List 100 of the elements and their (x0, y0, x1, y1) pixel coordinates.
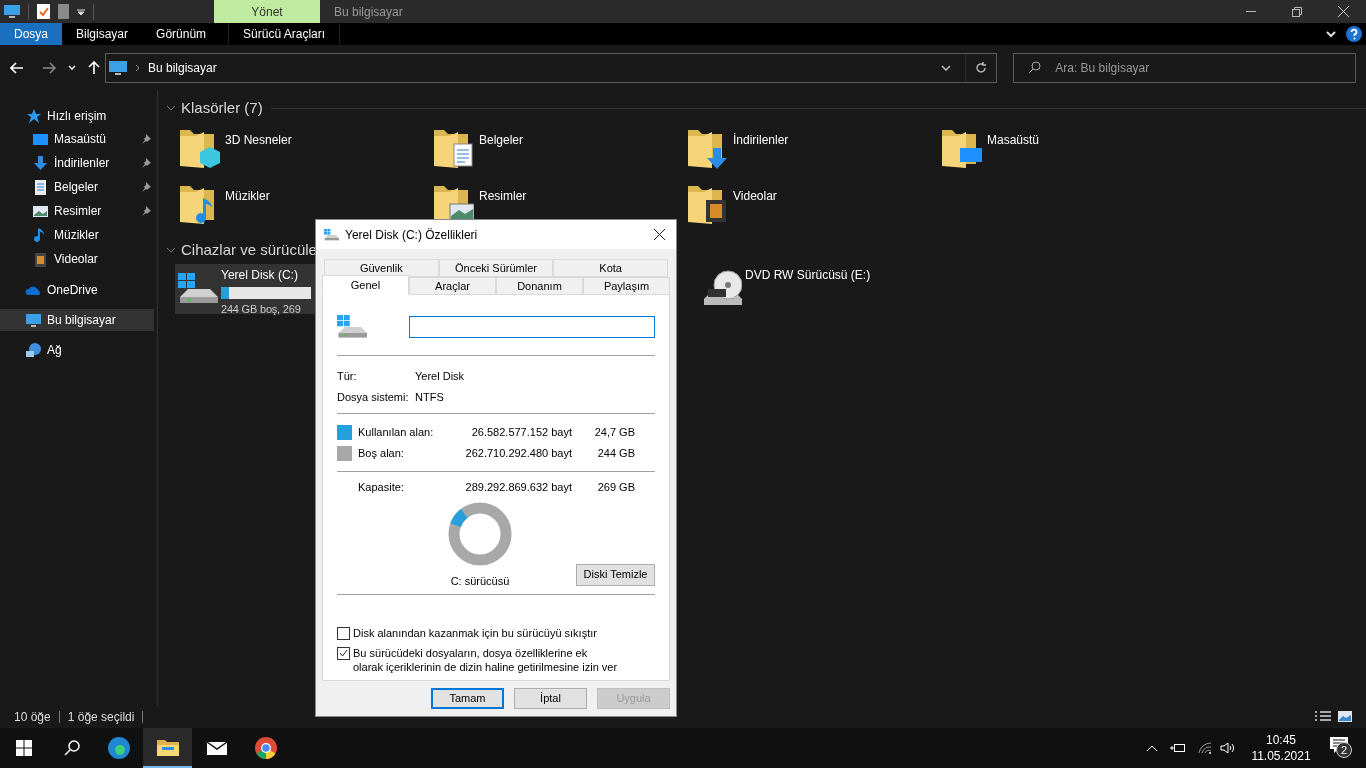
expand-ribbon-icon[interactable] (1326, 30, 1336, 38)
group-heading[interactable]: Cihazlar ve sürücüle (181, 238, 317, 262)
search-icon[interactable] (64, 740, 80, 756)
dropdown-icon[interactable] (941, 64, 952, 71)
pin-icon[interactable] (141, 206, 151, 216)
refresh-icon[interactable] (975, 61, 988, 74)
computer-icon[interactable] (4, 4, 20, 19)
document-icon (32, 178, 49, 196)
group-heading[interactable]: Klasörler (7) (181, 96, 263, 120)
search-icon (1028, 61, 1042, 74)
battery-icon[interactable] (1170, 743, 1186, 753)
close-button[interactable] (652, 227, 666, 242)
sidebar-item[interactable]: Ağ (0, 339, 154, 361)
recent-caret-icon[interactable] (67, 64, 76, 71)
thumbnail-view-icon[interactable] (1338, 711, 1352, 722)
pin-icon[interactable] (141, 158, 151, 168)
taskbar-app[interactable] (143, 728, 192, 768)
browser-ring-icon (253, 736, 278, 760)
byte-count: 262.710.292.480 bayt (464, 446, 572, 462)
notification-badge: 2 (1336, 742, 1352, 758)
star-icon (25, 107, 42, 125)
selection-count: 1 öğe seçildi (67, 708, 135, 726)
dropdown-icon[interactable] (77, 7, 85, 16)
item-count: 10 öğe (14, 708, 51, 726)
caret-up-icon[interactable] (1146, 744, 1158, 752)
drive-name-field[interactable] (409, 316, 655, 338)
folder-item[interactable]: İndirilenler (686, 126, 940, 182)
folder-item[interactable]: 3D Nesneler (178, 126, 432, 182)
drive-item[interactable]: Yerel Disk (C:) 244 GB boş, 269 (175, 264, 317, 314)
dialog-tab[interactable]: Donanım (496, 277, 583, 295)
folder-item[interactable]: Videolar (686, 182, 940, 238)
computer-icon (108, 60, 127, 75)
dialog-tab[interactable]: Önceki Sürümler (438, 259, 554, 277)
windows-logo-icon[interactable] (16, 740, 32, 756)
ribbon-tab[interactable]: Dosya (0, 23, 62, 45)
address-path: Bu bilgisayar (147, 59, 217, 77)
byte-count: 289.292.869.632 bayt (464, 479, 572, 495)
sidebar-item[interactable]: Belgeler (0, 175, 157, 199)
dialog-button[interactable]: Tamam (431, 688, 504, 709)
video-icon (32, 250, 49, 268)
clock[interactable]: 10:45 11.05.2021 (1246, 732, 1316, 764)
sidebar-item[interactable]: Resimler (0, 199, 157, 223)
ribbon-tab[interactable]: Sürücü Araçları (228, 23, 341, 45)
dialog-button[interactable]: İptal (514, 688, 587, 709)
size-value: 24,7 GB (593, 425, 635, 441)
field-label: Kullanılan alan: (358, 425, 435, 441)
dialog-tab[interactable]: Paylaşım (583, 277, 670, 295)
folder-item[interactable]: Masaüstü (940, 126, 1194, 182)
hard-drive-icon (178, 273, 218, 305)
drive-item[interactable]: DVD RW Sürücüsü (E:) (699, 264, 956, 314)
wifi-icon[interactable] (1198, 742, 1212, 754)
network-icon (25, 341, 42, 359)
disk-cleanup-button[interactable]: Diski Temizle (576, 563, 655, 586)
dialog-tab[interactable]: Genel (322, 275, 409, 295)
dialog-title: Yerel Disk (C:) Özellikleri (345, 226, 478, 244)
sidebar-item[interactable]: OneDrive (0, 279, 154, 301)
hard-drive-icon (337, 315, 367, 339)
checkbox-label: Disk alanından kazanmak için bu sürücüyü sıkıştır (353, 625, 598, 640)
field-label: Boş alan: (358, 446, 405, 462)
search-input[interactable]: Ara: Bu bilgisayar (1055, 58, 1336, 77)
details-view-icon[interactable] (1314, 710, 1332, 723)
help-icon[interactable] (1346, 26, 1362, 42)
back-arrow-icon[interactable] (10, 61, 24, 74)
byte-count: 26.582.577.152 bayt (470, 425, 572, 441)
pin-icon[interactable] (141, 182, 151, 192)
size-value: 269 GB (596, 479, 635, 495)
folder-item[interactable]: Belgeler (432, 126, 686, 182)
checkbox-label: Bu sürücüdeki dosyaların, dosya özelliklerine ek olarak içeriklerinin de dizin haline getirilmesine izin ver (353, 645, 618, 674)
pin-icon[interactable] (141, 134, 151, 144)
address-bar[interactable]: Bu bilgisayar (104, 52, 998, 83)
field-label: Dosya sistemi: (337, 390, 410, 406)
download-icon (32, 154, 49, 172)
field-label: Tür: (337, 369, 358, 385)
sidebar-item[interactable]: Videolar (0, 247, 157, 271)
forward-arrow-icon[interactable] (42, 61, 56, 74)
speaker-icon[interactable] (1220, 742, 1236, 754)
field-value: Yerel Disk (415, 369, 465, 385)
restore-icon (1292, 6, 1302, 17)
search-field[interactable]: Ara: Bu bilgisayar (1013, 52, 1356, 83)
sidebar-item[interactable]: İndirilenler (0, 151, 157, 175)
dialog-tab[interactable]: Kota (553, 259, 668, 277)
collapse-icon[interactable] (166, 247, 176, 253)
sidebar-item[interactable]: Müzikler (0, 223, 157, 247)
sidebar-item[interactable]: Bu bilgisayar (0, 309, 154, 331)
dialog-tab[interactable]: Güvenlik (324, 259, 439, 277)
collapse-icon[interactable] (166, 105, 176, 111)
drive-caption: C: sürücüsü (450, 574, 510, 589)
checkbox[interactable] (337, 646, 350, 660)
field-label: Kapasite: (358, 479, 405, 495)
size-value: 244 GB (596, 446, 635, 462)
check-icon (339, 649, 348, 657)
checkbox[interactable] (337, 626, 350, 640)
dialog-tab[interactable]: Araçlar (409, 277, 496, 295)
chevron-icon (134, 63, 140, 72)
sidebar-item[interactable]: Masaüstü (0, 127, 157, 151)
hard-drive-icon (324, 228, 339, 241)
context-tab[interactable]: Yönet (214, 0, 320, 23)
properties-icon[interactable] (37, 4, 50, 19)
sidebar-item[interactable]: Hızlı erişim (0, 105, 154, 127)
up-arrow-icon[interactable] (87, 60, 100, 75)
